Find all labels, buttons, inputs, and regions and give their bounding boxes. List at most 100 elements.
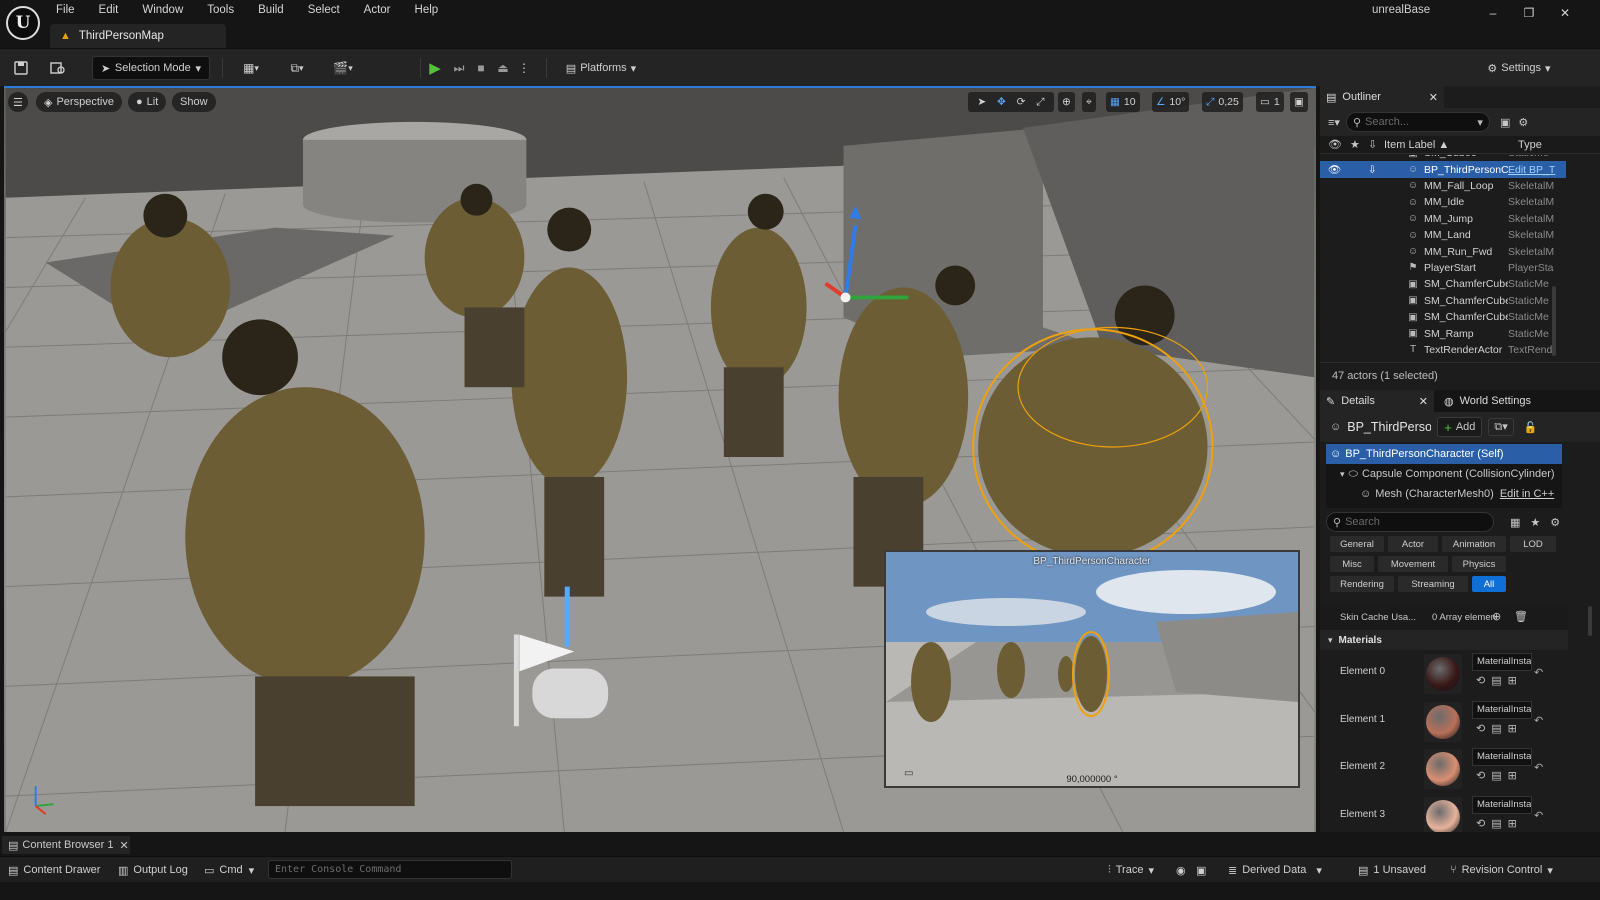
- outliner-row[interactable]: ▣ SM_Ramp StaticMe: [1320, 325, 1566, 341]
- unreal-logo-icon[interactable]: U: [6, 6, 40, 40]
- eject-icon[interactable]: ⏏: [492, 56, 514, 80]
- gear-icon[interactable]: ⚙: [1550, 516, 1560, 529]
- col-type[interactable]: Type: [1518, 139, 1542, 151]
- reset-icon[interactable]: ↶: [1534, 761, 1543, 774]
- close-icon[interactable]: ✕: [120, 839, 129, 852]
- add-element-icon[interactable]: ⊕: [1492, 610, 1501, 623]
- level-viewport[interactable]: ☰ ◈ Perspective ● Lit Show ➤ ✥ ⟳ ⤢ ⊕ ⌖ ▦…: [4, 86, 1316, 832]
- table-view-icon[interactable]: ▦: [1510, 516, 1520, 529]
- stop-icon[interactable]: ■: [470, 56, 492, 80]
- menu-edit[interactable]: Edit: [99, 0, 119, 20]
- tab-world-settings[interactable]: ◍ World Settings: [1438, 390, 1564, 412]
- selection-mode-dropdown[interactable]: ➤ Selection Mode ▾: [92, 56, 210, 80]
- console-input[interactable]: Enter Console Command: [268, 860, 512, 879]
- lock-icon[interactable]: 🔓: [1524, 421, 1538, 434]
- trace-dropdown[interactable]: ⫶ Trace ▾: [1108, 861, 1154, 879]
- use-selected-icon[interactable]: ⟲: [1476, 675, 1491, 687]
- menu-file[interactable]: File: [56, 0, 75, 20]
- tree-item-self[interactable]: ☺ BP_ThirdPersonCharacter (Self): [1326, 444, 1562, 464]
- options-icon[interactable]: ⊞: [1508, 770, 1523, 782]
- grid-snap-value[interactable]: 10: [1124, 96, 1136, 108]
- col-item-label[interactable]: Item Label ▲: [1384, 139, 1449, 151]
- pin-icon[interactable]: ⇩: [1368, 138, 1377, 151]
- play-options-icon[interactable]: ⋮: [516, 56, 532, 80]
- filter-misc[interactable]: Misc: [1330, 556, 1374, 572]
- outliner-row[interactable]: ☺ MM_Land SkeletalM: [1320, 227, 1566, 243]
- gear-icon[interactable]: ⚙: [1518, 116, 1528, 129]
- outliner-row[interactable]: ☺ MM_Run_Fwd SkeletalM: [1320, 243, 1566, 259]
- filter-actor[interactable]: Actor: [1388, 536, 1438, 552]
- outliner-row[interactable]: ⚑ PlayerStart PlayerSta: [1320, 260, 1566, 276]
- use-selected-icon[interactable]: ⟲: [1476, 770, 1491, 782]
- outliner-row[interactable]: 👁 ⇩ ☺ BP_ThirdPersonCharacterEdit BP_T: [1320, 161, 1566, 178]
- world-space-icon[interactable]: ⊕: [1058, 92, 1075, 112]
- outliner-row[interactable]: ☺ MM_Fall_Loop SkeletalM: [1320, 178, 1566, 194]
- material-thumbnail[interactable]: [1424, 749, 1462, 789]
- browse-icon[interactable]: ▤: [1491, 723, 1507, 735]
- outliner-row[interactable]: T TextRenderActor TextRend: [1320, 342, 1566, 358]
- show-button[interactable]: Show: [172, 92, 216, 112]
- add-actor-icon[interactable]: ▦ ▾: [234, 56, 268, 80]
- rotation-snap-value[interactable]: 10°: [1169, 96, 1185, 108]
- screenshot-icon[interactable]: ▣: [1196, 861, 1206, 879]
- filter-animation[interactable]: Animation: [1442, 536, 1506, 552]
- blueprint-options-icon[interactable]: ⧉▾: [1488, 418, 1514, 436]
- browse-icon[interactable]: ▤: [1491, 818, 1507, 830]
- save-icon[interactable]: [10, 56, 32, 80]
- tree-item-capsule[interactable]: ▾ ⬭ Capsule Component (CollisionCylinder…: [1340, 464, 1562, 484]
- reset-icon[interactable]: ↶: [1534, 666, 1543, 679]
- maximize-icon[interactable]: ❐: [1512, 2, 1546, 24]
- options-icon[interactable]: ⊞: [1508, 723, 1523, 735]
- filter-physics[interactable]: Physics: [1452, 556, 1506, 572]
- perspective-button[interactable]: ◈ Perspective: [36, 92, 122, 112]
- unsaved-button[interactable]: ▤ 1 Unsaved: [1358, 861, 1426, 879]
- menu-tools[interactable]: Tools: [207, 0, 234, 20]
- rotation-snap-toggle[interactable]: ∠ 10°: [1152, 92, 1190, 112]
- tab-details[interactable]: ✎ Details ✕: [1320, 390, 1434, 412]
- use-selected-icon[interactable]: ⟲: [1476, 723, 1491, 735]
- blueprint-icon[interactable]: ⧉ ▾: [280, 56, 314, 80]
- outliner-row[interactable]: ▣ SM_ChamferCube StaticMe: [1320, 276, 1566, 292]
- material-asset-field[interactable]: MaterialInstance: [1472, 653, 1532, 671]
- scale-snap-toggle[interactable]: ⤢ 0,25: [1202, 92, 1243, 112]
- menu-actor[interactable]: Actor: [364, 0, 391, 20]
- materials-header[interactable]: ▾ Materials: [1320, 630, 1568, 650]
- outliner-row[interactable]: ☺ MM_Idle SkeletalM: [1320, 194, 1566, 210]
- star-icon[interactable]: ★: [1350, 138, 1360, 151]
- output-log-button[interactable]: ▥ Output Log: [118, 861, 188, 879]
- menu-select[interactable]: Select: [308, 0, 340, 20]
- material-thumbnail[interactable]: [1424, 796, 1462, 832]
- minimize-icon[interactable]: –: [1476, 2, 1510, 24]
- derived-data-dropdown[interactable]: ≣ Derived Data ▾: [1228, 861, 1322, 879]
- tab-content-browser[interactable]: ▤ Content Browser 1 ✕: [2, 836, 130, 854]
- filter-movement[interactable]: Movement: [1378, 556, 1448, 572]
- outliner-row[interactable]: ☺ MM_Jump SkeletalM: [1320, 211, 1566, 227]
- edit-cpp-link[interactable]: Edit in C++: [1500, 488, 1554, 500]
- content-drawer-button[interactable]: ▤ Content Drawer: [8, 861, 100, 879]
- settings-button[interactable]: ⚙ Settings ▾: [1480, 56, 1558, 80]
- reset-icon[interactable]: ↶: [1534, 714, 1543, 727]
- scale-tool-icon[interactable]: ⤢: [1036, 96, 1044, 109]
- browse-icon[interactable]: ▤: [1491, 770, 1507, 782]
- outliner-row-type[interactable]: Edit BP_T: [1508, 164, 1564, 176]
- new-folder-icon[interactable]: ▣: [1500, 116, 1510, 129]
- close-window-icon[interactable]: ✕: [1548, 2, 1582, 24]
- details-search-input[interactable]: ⚲ Search: [1326, 512, 1494, 532]
- step-icon[interactable]: ⏭: [448, 56, 470, 80]
- options-icon[interactable]: ⊞: [1508, 818, 1523, 830]
- lit-button[interactable]: ● Lit: [128, 92, 167, 112]
- browse-icon[interactable]: ▤: [1491, 675, 1507, 687]
- reset-icon[interactable]: ↶: [1534, 809, 1543, 822]
- eye-icon[interactable]: 👁: [1328, 138, 1342, 151]
- move-tool-icon[interactable]: ✥: [997, 96, 1006, 108]
- record-icon[interactable]: ◉: [1176, 861, 1186, 879]
- details-scrollbar[interactable]: [1588, 606, 1592, 636]
- close-icon[interactable]: ✕: [1429, 91, 1438, 104]
- platforms-dropdown[interactable]: ▤ Platforms ▾: [560, 56, 642, 80]
- visibility-icon[interactable]: 👁: [1328, 163, 1341, 176]
- material-asset-field[interactable]: MaterialInstance: [1472, 748, 1532, 766]
- rotate-tool-icon[interactable]: ⟳: [1017, 96, 1026, 108]
- material-asset-field[interactable]: MaterialInstance: [1472, 795, 1532, 814]
- outliner-row[interactable]: ▣ SM_ChamferCube StaticMe: [1320, 309, 1566, 325]
- menu-help[interactable]: Help: [415, 0, 439, 20]
